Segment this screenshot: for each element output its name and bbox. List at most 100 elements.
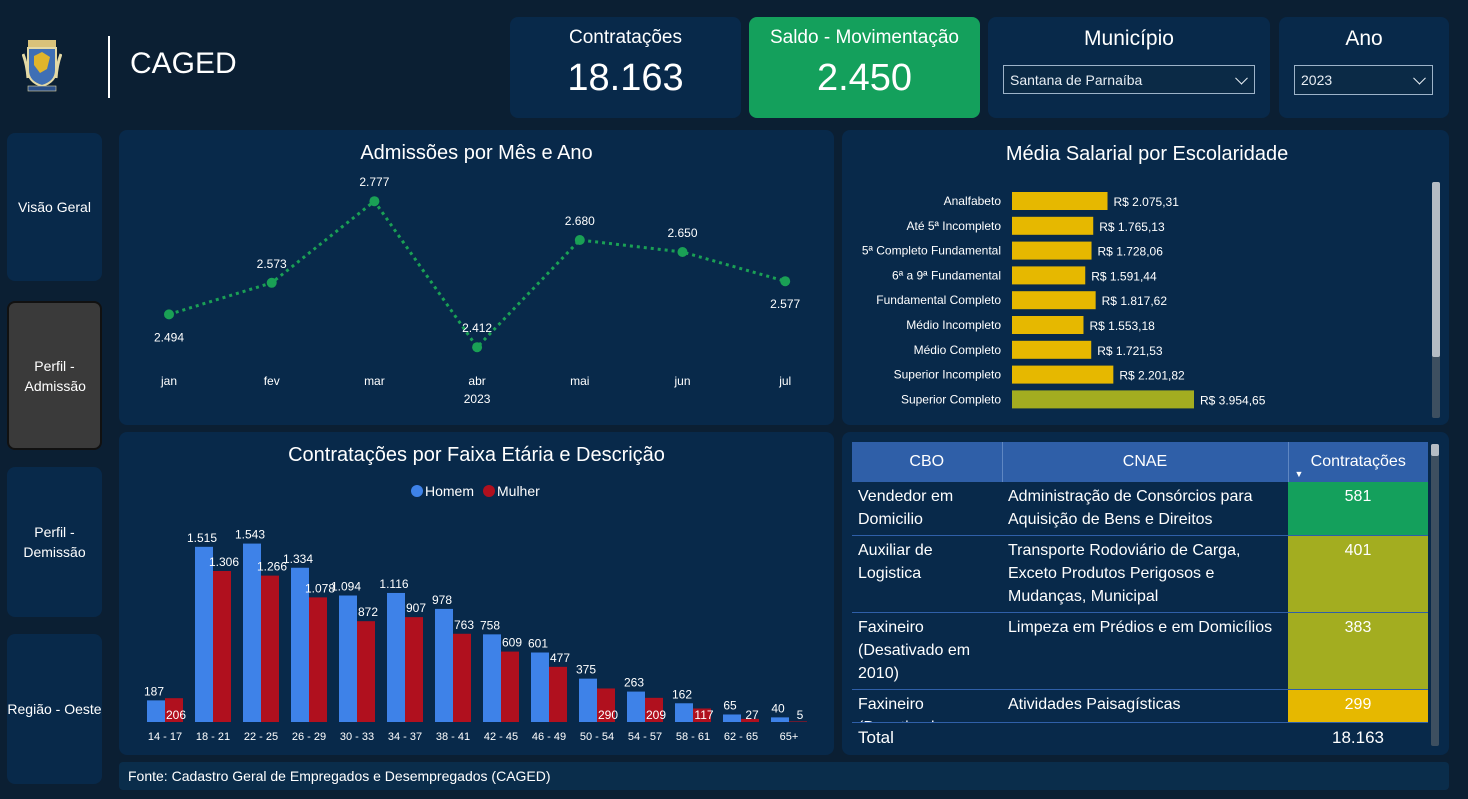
bar-value-label: 1.334 bbox=[283, 552, 313, 566]
bar-value-label: 187 bbox=[144, 684, 164, 698]
bar-mulher[interactable] bbox=[357, 621, 375, 722]
x-tick-label: jan bbox=[160, 374, 177, 388]
bar-homem[interactable] bbox=[579, 678, 597, 722]
salario-scrollbar[interactable] bbox=[1432, 182, 1440, 418]
table-cell-cnae: Limpeza em Prédios e em Domicílios bbox=[1002, 612, 1288, 690]
table-cell-contratacoes: 581 bbox=[1288, 482, 1428, 536]
nav-visao-geral-label: Visão Geral bbox=[18, 199, 91, 215]
bar-value-label: 1.515 bbox=[187, 531, 217, 545]
bar-homem[interactable] bbox=[675, 703, 693, 722]
kpi-saldo-card: Saldo - Movimentação 2.450 bbox=[749, 17, 980, 118]
bar-value-label: R$ 1.721,53 bbox=[1097, 344, 1163, 358]
bar-homem[interactable] bbox=[483, 634, 501, 722]
table-row[interactable]: Vendedor em Domicilio Administração de C… bbox=[852, 482, 1428, 536]
bar-value-label: 65 bbox=[723, 698, 737, 712]
data-point[interactable] bbox=[369, 196, 380, 207]
table-cell-cbo: Faxineiro (Desativado em 2010) bbox=[852, 612, 1002, 690]
salary-bar[interactable] bbox=[1012, 266, 1086, 285]
bar-homem[interactable] bbox=[531, 652, 549, 722]
nav-perfil-demissao[interactable]: Perfil - Demissão bbox=[7, 467, 102, 617]
salary-bar[interactable] bbox=[1012, 316, 1084, 334]
table-row[interactable]: Faxineiro (Desativado em Atividades Pais… bbox=[852, 689, 1428, 722]
column-header-cbo[interactable]: CBO bbox=[852, 442, 1003, 482]
bar-value-label: 978 bbox=[432, 593, 452, 607]
bar-mulher[interactable] bbox=[405, 617, 423, 722]
x-tick-label: 26 - 29 bbox=[292, 731, 326, 743]
data-point[interactable] bbox=[472, 342, 483, 353]
y-category-label: 5ª Completo Fundamental bbox=[862, 244, 1001, 258]
bar-value-label: R$ 3.954,65 bbox=[1200, 393, 1266, 407]
ano-filter-label: Ano bbox=[1345, 27, 1383, 50]
data-point[interactable] bbox=[266, 277, 277, 288]
table-scrollbar[interactable] bbox=[1431, 444, 1439, 746]
nav-perfil-admissao-label: Perfil - Admissão bbox=[24, 357, 86, 394]
table-cell-cbo: Auxiliar de Logistica bbox=[852, 535, 1002, 613]
table-header-row: CBO CNAE Contratações ▼ bbox=[852, 442, 1428, 482]
bar-homem[interactable] bbox=[387, 592, 405, 722]
table-cell-contratacoes: 299 bbox=[1288, 689, 1428, 722]
salary-bar[interactable] bbox=[1012, 365, 1114, 384]
ano-select[interactable]: 2023 bbox=[1294, 65, 1433, 95]
bar-mulher[interactable] bbox=[309, 597, 327, 722]
salario-scrollbar-thumb[interactable] bbox=[1432, 182, 1440, 357]
bar-value-label: R$ 2.201,82 bbox=[1119, 369, 1185, 383]
bar-mulher[interactable] bbox=[453, 633, 471, 722]
bar-mulher[interactable] bbox=[213, 570, 231, 722]
bar-homem[interactable] bbox=[627, 691, 645, 722]
bar-homem[interactable] bbox=[195, 546, 213, 722]
x-tick-label: fev bbox=[264, 374, 280, 388]
salary-bar[interactable] bbox=[1012, 241, 1092, 260]
bar-homem[interactable] bbox=[435, 608, 453, 722]
bar-mulher[interactable] bbox=[501, 651, 519, 722]
bar-mulher[interactable] bbox=[261, 575, 279, 722]
bar-value-label: 477 bbox=[550, 651, 570, 665]
y-category-label: Até 5ª Incompleto bbox=[907, 219, 1002, 233]
table-total-value: 18.163 bbox=[1332, 728, 1384, 747]
column-header-contratacoes[interactable]: Contratações ▼ bbox=[1288, 442, 1428, 482]
x-tick-label: jun bbox=[673, 374, 690, 388]
table-cell-cnae: Atividades Paisagísticas bbox=[1002, 689, 1288, 722]
header-divider bbox=[108, 36, 110, 98]
bar-value-label: 263 bbox=[624, 676, 644, 690]
data-point[interactable] bbox=[780, 276, 791, 287]
data-point[interactable] bbox=[677, 247, 688, 257]
kpi-contratacoes-label: Contratações bbox=[568, 27, 682, 48]
table-row[interactable]: Faxineiro (Desativado em 2010) Limpeza e… bbox=[852, 612, 1428, 690]
table-scrollbar-thumb[interactable] bbox=[1431, 444, 1439, 456]
x-tick-label: 14 - 17 bbox=[148, 731, 182, 743]
bar-homem[interactable] bbox=[147, 700, 165, 722]
data-label: 2.777 bbox=[359, 175, 389, 189]
salary-bar[interactable] bbox=[1012, 216, 1094, 235]
nav-visao-geral[interactable]: Visão Geral bbox=[7, 133, 102, 281]
bar-mulher[interactable] bbox=[549, 666, 567, 722]
salary-bar[interactable] bbox=[1012, 340, 1092, 359]
bar-value-label: 5 bbox=[797, 708, 804, 722]
x-tick-label: 30 - 33 bbox=[340, 731, 374, 743]
table-row[interactable]: Auxiliar de Logistica Transporte Rodoviá… bbox=[852, 535, 1428, 613]
bar-homem[interactable] bbox=[339, 595, 357, 722]
table-cell-contratacoes: 401 bbox=[1288, 535, 1428, 613]
x-tick-label: 65+ bbox=[780, 731, 799, 743]
data-point[interactable] bbox=[574, 235, 585, 245]
bar-homem[interactable] bbox=[723, 714, 741, 722]
salary-bar[interactable] bbox=[1012, 192, 1108, 210]
bar-value-label: 907 bbox=[406, 601, 426, 615]
nav-regiao-oeste[interactable]: Região - Oeste bbox=[7, 634, 102, 784]
chevron-down-icon bbox=[1235, 71, 1248, 85]
salary-bar[interactable] bbox=[1012, 390, 1194, 409]
bar-value-label: R$ 1.553,18 bbox=[1089, 319, 1155, 333]
nav-perfil-demissao-label: Perfil - Demissão bbox=[23, 524, 86, 560]
bar-homem[interactable] bbox=[771, 717, 789, 722]
nav-perfil-admissao[interactable]: Perfil - Admissão bbox=[7, 301, 102, 450]
x-tick-label: 46 - 49 bbox=[532, 731, 566, 743]
bar-value-label: 1.306 bbox=[209, 555, 239, 569]
data-point[interactable] bbox=[164, 309, 174, 320]
x-tick-label: mai bbox=[570, 374, 589, 388]
municipio-select[interactable]: Santana de Parnaíba bbox=[1003, 65, 1255, 94]
table-total-label: Total bbox=[858, 728, 894, 747]
cbo-table-viewport: CBO CNAE Contratações ▼ Vendedor em Domi… bbox=[852, 442, 1428, 722]
x-tick-label: 42 - 45 bbox=[484, 731, 518, 743]
column-header-cnae[interactable]: CNAE bbox=[1002, 442, 1289, 482]
salary-bar[interactable] bbox=[1012, 291, 1096, 310]
table-cell-contratacoes: 383 bbox=[1288, 612, 1428, 690]
